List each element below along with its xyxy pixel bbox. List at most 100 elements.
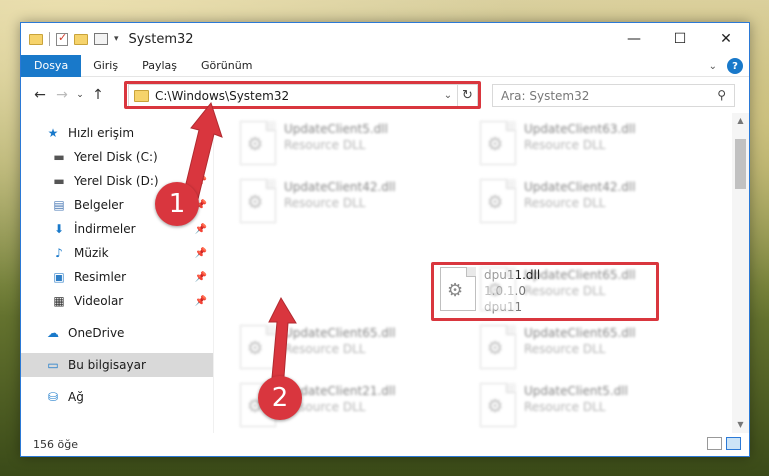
file-name: UpdateClient65.dll <box>524 268 636 282</box>
file-description: Resource DLL <box>284 138 366 152</box>
network-icon: ⛁ <box>47 390 59 404</box>
ribbon-tabs: Dosya Giriş Paylaş Görünüm ⌄ ? <box>21 54 749 77</box>
view-toggle <box>707 437 741 450</box>
gear-icon: ⚙ <box>247 192 264 213</box>
sidebar-item-quick-access[interactable]: ★ Hızlı erişim <box>21 121 213 145</box>
dll-file-icon: ⚙ <box>240 179 276 223</box>
file-item[interactable]: ⚙ UpdateClient5.dll Resource DLL <box>474 379 704 433</box>
dll-file-icon: ⚙ <box>480 267 516 311</box>
sidebar-item-videos[interactable]: ▦ Videolar 📌 <box>21 289 213 313</box>
file-explorer-window: ▾ System32 — ☐ ✕ Dosya Giriş Paylaş Görü… <box>20 22 750 457</box>
sidebar-item-this-pc[interactable]: ▭ Bu bilgisayar <box>21 353 213 377</box>
sidebar-item-label: Bu bilgisayar <box>68 358 146 372</box>
file-item[interactable]: ⚙ UpdateClient65.dll Resource DLL <box>234 321 464 375</box>
file-name: UpdateClient65.dll <box>284 326 396 340</box>
pin-icon[interactable]: 📌 <box>195 248 207 259</box>
search-icon[interactable]: ⚲ <box>717 88 726 102</box>
file-description: Resource DLL <box>524 284 606 298</box>
file-description: Resource DLL <box>524 400 606 414</box>
folder-icon[interactable] <box>29 33 43 45</box>
details-view-icon[interactable] <box>707 437 722 450</box>
gear-icon: ⚙ <box>247 338 264 359</box>
search-input[interactable]: Ara: System32 ⚲ <box>492 84 735 107</box>
sidebar-item-label: Müzik <box>74 246 109 260</box>
address-highlight-box <box>124 81 481 109</box>
sidebar-item-label: OneDrive <box>68 326 125 340</box>
sidebar-item-local-disk-c[interactable]: ▬ Yerel Disk (C:) 📌 <box>21 145 213 169</box>
back-button[interactable]: ← <box>29 87 51 103</box>
window-controls: — ☐ ✕ <box>611 23 749 55</box>
navigation-bar: ← → ⌄ ↑ C:\Windows\System32 ⌄ ↻ Ara: Sys… <box>21 77 749 113</box>
close-button[interactable]: ✕ <box>703 23 749 55</box>
sidebar-item-label: Resimler <box>74 270 127 284</box>
customize-toolbar-icon[interactable]: ▾ <box>114 34 119 44</box>
pin-icon[interactable]: 📌 <box>195 224 207 235</box>
dll-file-icon: ⚙ <box>240 121 276 165</box>
cloud-icon: ☁ <box>47 326 59 340</box>
tab-share[interactable]: Paylaş <box>130 55 189 77</box>
file-item[interactable]: ⚙ UpdateClient42.dll Resource DLL <box>474 175 704 229</box>
view-icon[interactable] <box>94 33 108 45</box>
pin-icon[interactable]: 📌 <box>195 152 207 163</box>
scroll-down-arrow-icon[interactable]: ▼ <box>732 417 749 433</box>
sidebar-item-label: Hızlı erişim <box>68 126 135 140</box>
up-button[interactable]: ↑ <box>87 87 109 103</box>
gear-icon: ⚙ <box>247 134 264 155</box>
status-bar: 156 öğe <box>21 432 749 456</box>
file-description: Resource DLL <box>524 196 606 210</box>
tab-view[interactable]: Görünüm <box>189 55 264 77</box>
videos-icon: ▦ <box>53 294 65 308</box>
gear-icon: ⚙ <box>487 134 504 155</box>
pin-icon[interactable]: 📌 <box>195 296 207 307</box>
recent-locations-button[interactable]: ⌄ <box>73 90 87 100</box>
sidebar-item-network[interactable]: ⛁ Ağ <box>21 385 213 409</box>
star-icon: ★ <box>47 126 59 140</box>
forward-button[interactable]: → <box>51 87 73 103</box>
dll-file-icon: ⚙ <box>240 325 276 369</box>
file-item[interactable]: ⚙ UpdateClient63.dll Resource DLL <box>474 117 704 171</box>
new-folder-icon[interactable] <box>74 33 88 45</box>
tab-home[interactable]: Giriş <box>81 55 130 77</box>
dll-file-icon: ⚙ <box>480 383 516 427</box>
properties-check-icon[interactable] <box>56 31 68 46</box>
ribbon-right-controls: ⌄ ? <box>709 58 743 74</box>
dll-file-icon: ⚙ <box>480 179 516 223</box>
sidebar-item-music[interactable]: ♪ Müzik 📌 <box>21 241 213 265</box>
file-item[interactable]: ⚙ UpdateClient5.dll Resource DLL <box>234 117 464 171</box>
tab-file[interactable]: Dosya <box>21 54 82 77</box>
dll-file-icon: ⚙ <box>480 121 516 165</box>
sidebar-item-pictures[interactable]: ▣ Resimler 📌 <box>21 265 213 289</box>
navigation-pane: ★ Hızlı erişim ▬ Yerel Disk (C:) 📌 ▬ Yer… <box>21 113 214 433</box>
window-title: System32 <box>128 31 194 47</box>
toolbar-separator <box>49 32 50 46</box>
file-description: Resource DLL <box>524 138 606 152</box>
sidebar-item-label: Videolar <box>74 294 124 308</box>
large-icons-view-icon[interactable] <box>726 437 741 450</box>
file-name: UpdateClient65.dll <box>524 326 636 340</box>
file-name: UpdateClient5.dll <box>284 122 388 136</box>
scrollbar-thumb[interactable] <box>735 139 746 189</box>
gear-icon: ⚙ <box>487 396 504 417</box>
help-icon[interactable]: ? <box>727 58 743 74</box>
minimize-button[interactable]: — <box>611 23 657 55</box>
scroll-up-arrow-icon[interactable]: ▲ <box>732 113 749 129</box>
music-icon: ♪ <box>55 246 63 260</box>
maximize-button[interactable]: ☐ <box>657 23 703 55</box>
pictures-icon: ▣ <box>53 270 65 284</box>
dll-file-icon: ⚙ <box>480 325 516 369</box>
file-item[interactable]: ⚙ UpdateClient65.dll Resource DLL <box>474 321 704 375</box>
file-item[interactable]: ⚙ UpdateClient65.dll Resource DLL <box>474 263 704 317</box>
sidebar-item-label: İndirmeler <box>74 222 136 236</box>
expand-ribbon-icon[interactable]: ⌄ <box>709 61 717 72</box>
content-area: ★ Hızlı erişim ▬ Yerel Disk (C:) 📌 ▬ Yer… <box>21 113 749 433</box>
computer-icon: ▭ <box>47 358 59 372</box>
pin-icon[interactable]: 📌 <box>195 272 207 283</box>
file-description: Resource DLL <box>284 196 366 210</box>
pin-icon[interactable]: 📌 <box>195 176 207 187</box>
file-name: UpdateClient42.dll <box>284 180 396 194</box>
sidebar-item-onedrive[interactable]: ☁ OneDrive <box>21 321 213 345</box>
vertical-scrollbar[interactable]: ▲ ▼ <box>732 113 749 433</box>
file-item[interactable]: ⚙ UpdateClient42.dll Resource DLL <box>234 175 464 229</box>
